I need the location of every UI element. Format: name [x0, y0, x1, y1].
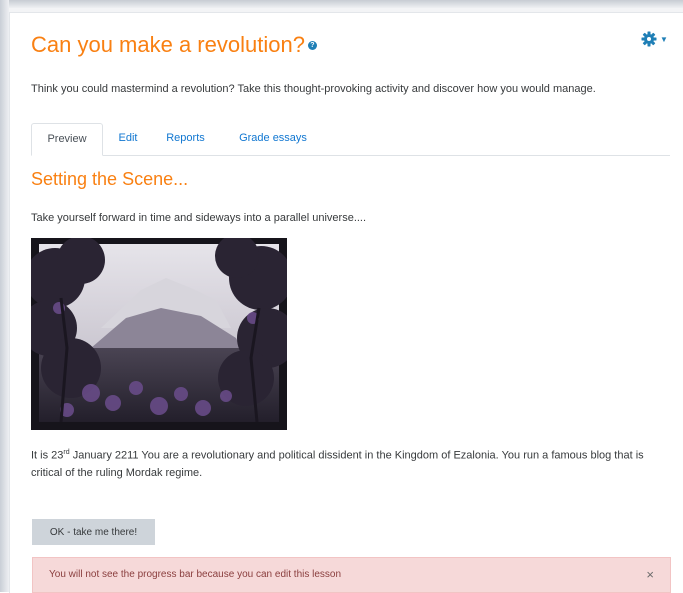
window-top-edge [0, 0, 683, 8]
continue-button[interactable]: OK - take me there! [32, 519, 155, 545]
story-text-rest: January 2211 You are a revolutionary and… [31, 449, 644, 479]
lesson-card: Can you make a revolution?? ▼ Think you … [9, 12, 683, 593]
close-icon[interactable]: × [646, 567, 654, 582]
window-left-edge [0, 0, 9, 592]
lesson-tabs: Preview Edit Reports Grade essays [31, 123, 670, 156]
help-icon[interactable]: ? [307, 40, 317, 50]
tab-preview[interactable]: Preview [31, 123, 103, 156]
scene-image [31, 238, 287, 430]
progress-alert: You will not see the progress bar becaus… [32, 557, 671, 593]
activity-intro: Think you could mastermind a revolution?… [31, 83, 596, 95]
page-title: Can you make a revolution?? [31, 32, 317, 58]
tab-reports[interactable]: Reports [163, 123, 208, 154]
page-title-text: Can you make a revolution? [31, 32, 305, 57]
story-text-start: It is 23 [31, 449, 64, 462]
tab-grade-essays[interactable]: Grade essays [233, 123, 313, 154]
tab-edit[interactable]: Edit [113, 123, 143, 154]
alert-text: You will not see the progress bar becaus… [49, 569, 342, 580]
gear-icon [641, 31, 657, 47]
browser-frame: Can you make a revolution?? ▼ Think you … [0, 0, 683, 593]
settings-menu-button[interactable]: ▼ [641, 29, 671, 49]
page-section-title: Setting the Scene... [31, 169, 189, 189]
lead-text: Take yourself forward in time and sidewa… [31, 212, 367, 224]
jungle-landscape-picture [31, 238, 287, 430]
caret-down-icon: ▼ [660, 34, 668, 44]
story-paragraph: It is 23rd January 2211 You are a revolu… [31, 444, 671, 482]
